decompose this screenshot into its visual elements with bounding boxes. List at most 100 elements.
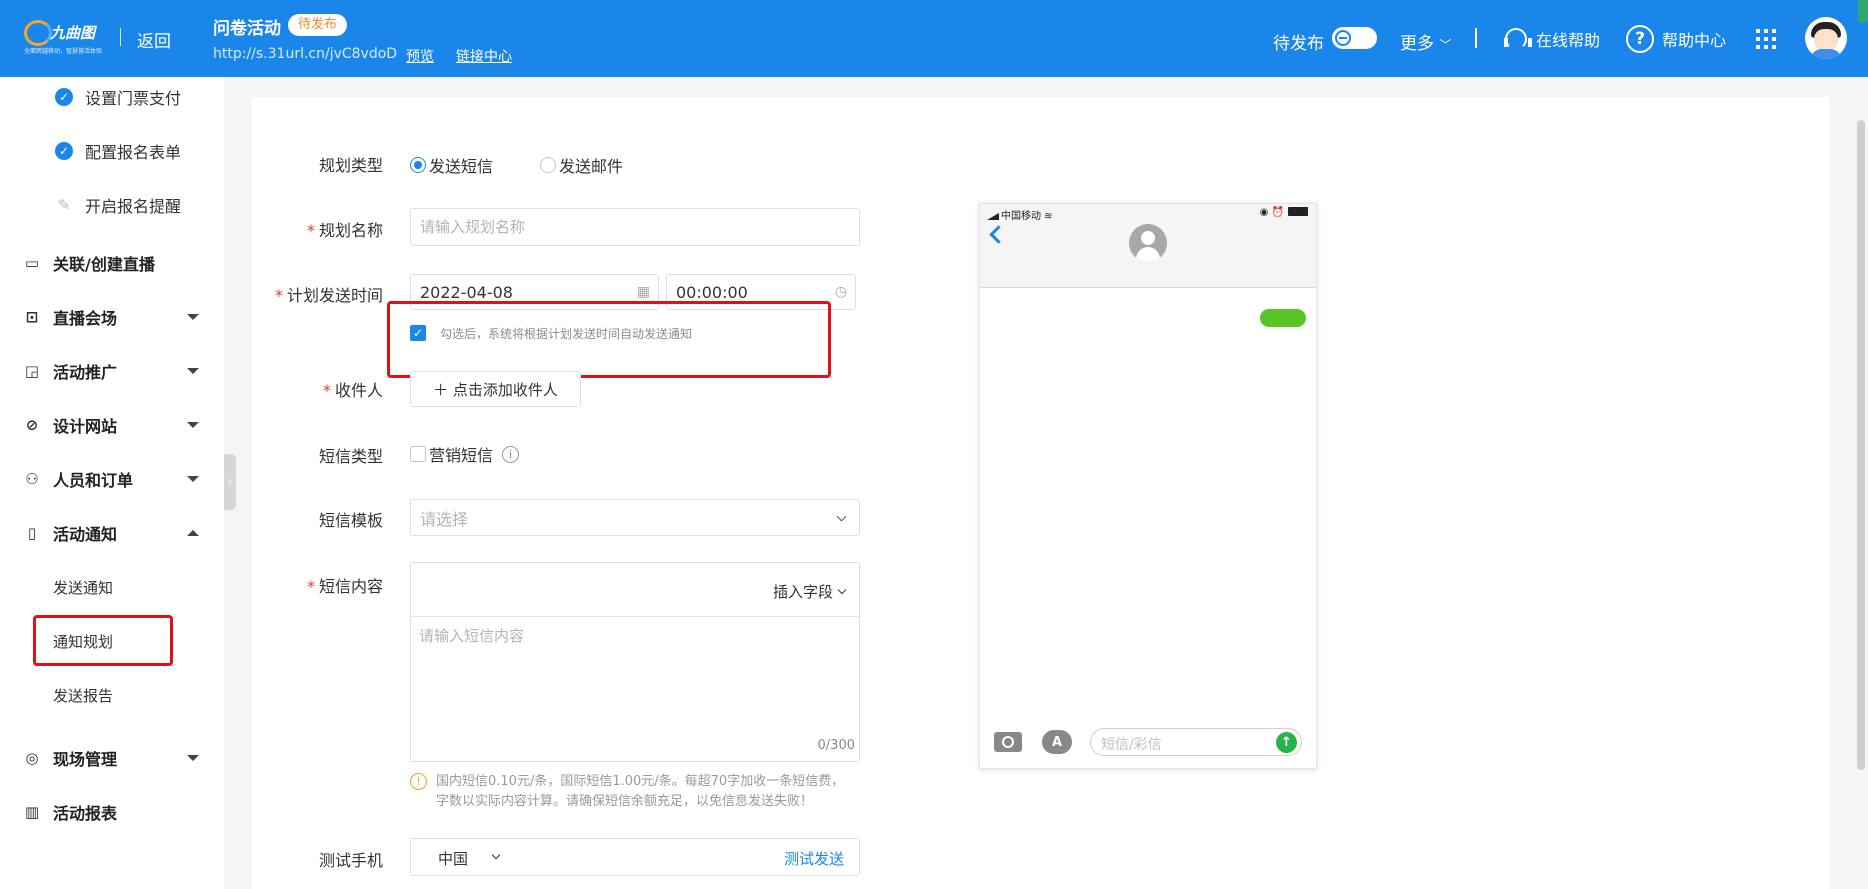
sidebar-item-label: 活动通知 bbox=[53, 525, 118, 544]
check-circle-icon: ✓ bbox=[55, 88, 73, 106]
logo-tagline: 全面跨越移动，智慧营活体验 bbox=[24, 48, 103, 55]
divider bbox=[120, 28, 121, 46]
add-recipient-button[interactable]: ＋ 点击添加收件人 bbox=[410, 371, 581, 407]
template-select[interactable]: 请选择 bbox=[410, 499, 860, 536]
logo[interactable]: 九曲图 全面跨越移动，智慧营活体验 bbox=[24, 20, 106, 55]
sidebar-item-label: 发送通知 bbox=[53, 578, 114, 597]
sidebar-item-label: 设计网站 bbox=[53, 417, 118, 436]
required-mark: * bbox=[274, 286, 283, 305]
marketing-sms-option[interactable]: 营销短信 i bbox=[410, 442, 520, 466]
marketing-sms-checkbox[interactable] bbox=[410, 446, 426, 462]
scrollbar[interactable] bbox=[1857, 120, 1865, 770]
top-bar: 九曲图 全面跨越移动，智慧营活体验 返回 问卷活动 待发布 http://s.3… bbox=[0, 0, 1868, 77]
content-label: * 短信内容 bbox=[306, 577, 383, 596]
sidebar-subitem-notice-plan[interactable]: 通知规划 bbox=[0, 621, 224, 661]
sidebar-item-people-orders[interactable]: ⚇ 人员和订单 bbox=[0, 459, 224, 499]
template-label: 短信模板 bbox=[318, 511, 383, 530]
contact-avatar bbox=[1129, 224, 1167, 262]
sidebar-item-label: 关联/创建直播 bbox=[53, 255, 155, 274]
target-icon: ◎ bbox=[25, 749, 39, 767]
country-select[interactable]: 中国 bbox=[438, 848, 468, 869]
more-menu[interactable]: 更多 ﹀ bbox=[1400, 29, 1451, 54]
online-help-button[interactable]: 在线帮助 bbox=[1502, 24, 1600, 54]
warning-icon: ! bbox=[410, 773, 427, 790]
radio-send-sms[interactable]: 发送短信 bbox=[410, 153, 493, 177]
caret-down-icon bbox=[187, 314, 199, 320]
plan-name-field[interactable] bbox=[410, 208, 860, 246]
message-icon: ▯ bbox=[27, 524, 37, 542]
back-button[interactable]: 返回 bbox=[137, 27, 171, 52]
apps-grid-icon[interactable] bbox=[1756, 29, 1776, 49]
send-icon[interactable]: ↑ bbox=[1276, 732, 1297, 753]
info-icon[interactable]: i bbox=[502, 445, 520, 463]
preview-link[interactable]: 预览 bbox=[406, 46, 434, 66]
chevron-down-icon bbox=[836, 511, 847, 522]
insert-field-button[interactable]: 插入字段 bbox=[773, 581, 833, 602]
camera-icon[interactable] bbox=[994, 732, 1022, 752]
sidebar-item-venue[interactable]: ⊡ 直播会场 bbox=[0, 297, 224, 337]
radio-unchecked-icon bbox=[540, 157, 556, 173]
fee-notice: 国内短信0.10元/条，国际短信1.00元/条。每超70字加收一条短信费，字数以… bbox=[436, 774, 845, 809]
venue-icon: ⊡ bbox=[25, 308, 39, 326]
logo-mark-icon bbox=[24, 20, 52, 46]
plan-type-label: 规划类型 bbox=[318, 156, 383, 175]
test-phone-field[interactable]: 中国 测试发送 bbox=[410, 838, 860, 876]
sidebar-item-label: 设置门票支付 bbox=[85, 89, 182, 108]
send-time-picker[interactable]: 00:00:00 ◷ bbox=[666, 274, 856, 310]
sidebar-item-label: 通知规划 bbox=[53, 632, 114, 651]
auto-send-hint: 勾选后，系统将根据计划发送时间自动发送通知 bbox=[440, 327, 693, 341]
radio-label: 发送邮件 bbox=[559, 157, 624, 176]
sidebar-item-registration-reminder[interactable]: ✎ 开启报名提醒 bbox=[0, 185, 224, 225]
toggle-knob bbox=[1335, 30, 1351, 46]
sidebar-subitem-send-report[interactable]: 发送报告 bbox=[0, 675, 224, 715]
sidebar-collapse-handle[interactable]: ‹ bbox=[224, 454, 236, 510]
required-mark: * bbox=[306, 577, 315, 596]
sidebar-item-notifications[interactable]: ▯ 活动通知 bbox=[0, 513, 224, 553]
appstore-icon[interactable]: A bbox=[1042, 730, 1072, 754]
phone-preview: 中国移动 ≋ ◉ ⏰ A 短信/彩信 ↑ bbox=[979, 203, 1317, 769]
sidebar-item-reports[interactable]: ▥ 活动报表 bbox=[0, 792, 224, 832]
sms-content-editor: 插入字段 0/300 bbox=[410, 562, 860, 762]
chevron-down-icon: ﹀ bbox=[1439, 38, 1452, 52]
link-center-link[interactable]: 链接中心 bbox=[456, 46, 512, 66]
send-time-label: * 计划发送时间 bbox=[274, 286, 383, 305]
test-send-button[interactable]: 测试发送 bbox=[784, 848, 844, 869]
calendar-icon: ▦ bbox=[636, 284, 650, 300]
cast-icon: ◲ bbox=[24, 362, 40, 380]
sidebar-item-design-site[interactable]: ⊘ 设计网站 bbox=[0, 405, 224, 445]
send-time-value: 00:00:00 bbox=[676, 282, 748, 302]
phone-header: 中国移动 ≋ ◉ ⏰ bbox=[980, 204, 1316, 288]
radio-label: 发送短信 bbox=[429, 157, 494, 176]
sidebar-item-registration-form[interactable]: ✓ 配置报名表单 bbox=[0, 131, 224, 171]
sidebar-subitem-send-notice[interactable]: 发送通知 bbox=[0, 567, 224, 607]
publish-toggle[interactable] bbox=[1332, 27, 1377, 49]
plan-name-input[interactable] bbox=[420, 218, 850, 236]
auto-send-checkbox[interactable]: ✓ bbox=[410, 325, 426, 341]
sidebar-item-promotion[interactable]: ◲ 活动推广 bbox=[0, 351, 224, 391]
chevron-left-icon[interactable] bbox=[989, 225, 1008, 244]
sidebar-item-label: 直播会场 bbox=[53, 309, 118, 328]
sidebar-item-live[interactable]: ▭ 关联/创建直播 bbox=[0, 243, 224, 283]
logo-name: 九曲图 bbox=[50, 24, 96, 42]
sms-placeholder: 短信/彩信 bbox=[1101, 737, 1162, 753]
plan-name-label: * 规划名称 bbox=[306, 221, 383, 240]
chevron-down-icon bbox=[491, 850, 501, 860]
chevron-down-icon bbox=[837, 585, 847, 595]
signal-icon bbox=[987, 213, 999, 220]
sms-preview-input[interactable]: 短信/彩信 ↑ bbox=[1090, 728, 1302, 756]
sms-type-label: 短信类型 bbox=[318, 447, 383, 466]
send-date-picker[interactable]: 2022-04-08 ▦ bbox=[410, 274, 659, 310]
caret-down-icon bbox=[187, 755, 199, 761]
activity-url[interactable]: http://s.31url.cn/jvC8vdoD bbox=[213, 46, 397, 62]
message-bubble bbox=[1260, 309, 1306, 327]
caret-down-icon bbox=[187, 422, 199, 428]
sms-content-input[interactable] bbox=[419, 625, 849, 735]
clock-icon: ◷ bbox=[834, 284, 847, 300]
send-date-value: 2022-04-08 bbox=[420, 282, 513, 302]
sidebar-item-onsite[interactable]: ◎ 现场管理 bbox=[0, 738, 224, 778]
sidebar-item-ticket-payment[interactable]: ✓ 设置门票支付 bbox=[0, 77, 224, 117]
radio-send-email[interactable]: 发送邮件 bbox=[540, 153, 623, 177]
avatar[interactable] bbox=[1805, 17, 1847, 59]
corner-marker bbox=[1858, 0, 1868, 22]
help-center-button[interactable]: ? 帮助中心 bbox=[1626, 24, 1726, 54]
